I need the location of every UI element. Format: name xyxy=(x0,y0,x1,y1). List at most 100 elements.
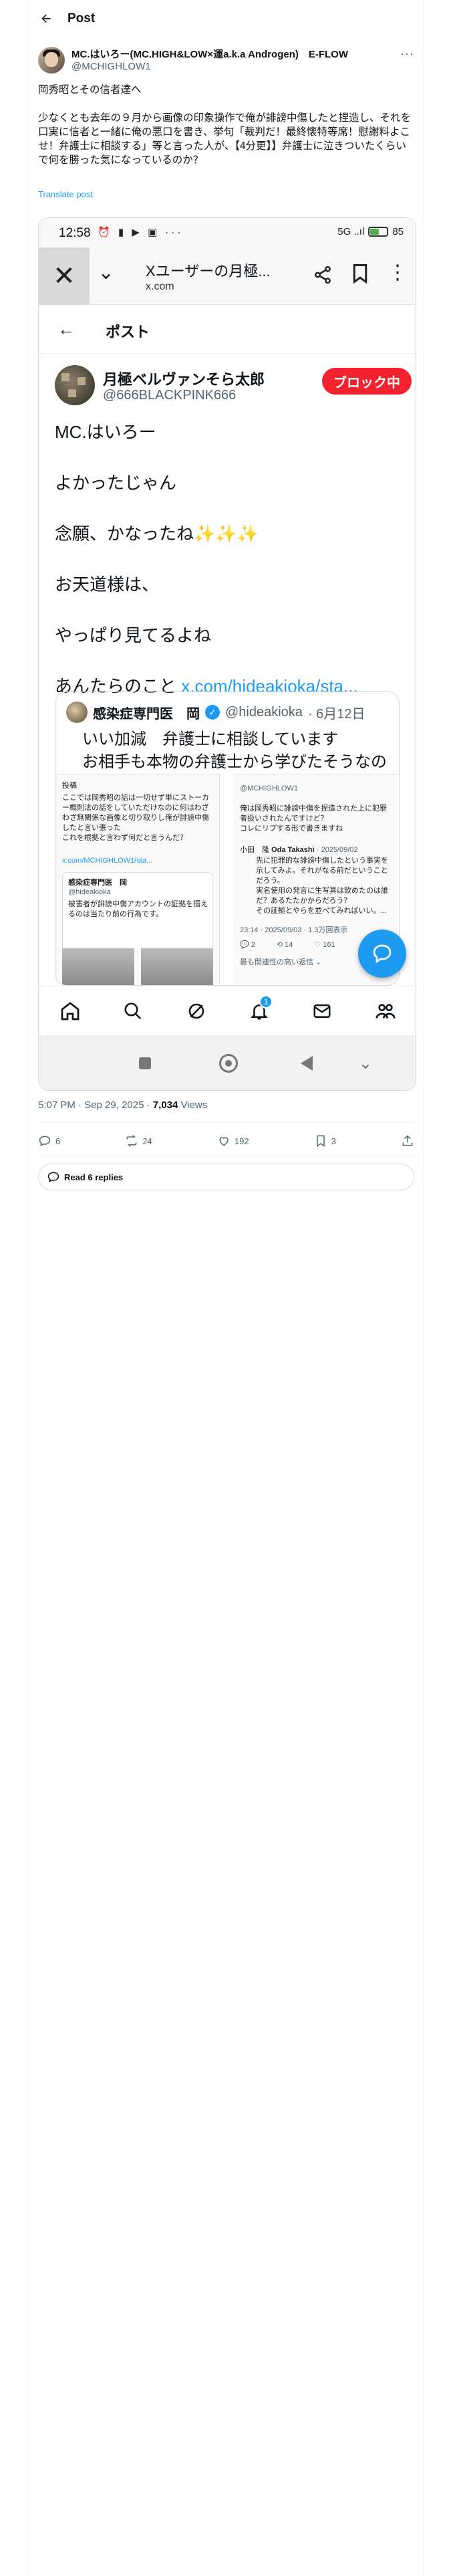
recents-icon[interactable] xyxy=(139,1057,151,1069)
compose-fab[interactable] xyxy=(358,930,406,978)
quote-author-name: 感染症専門医 岡 xyxy=(93,706,200,722)
thumbnail xyxy=(62,948,134,985)
page-title: Post xyxy=(67,11,96,25)
verified-icon: ✓ xyxy=(205,705,220,720)
shot-reply-name: 小田 隆 xyxy=(240,846,269,854)
shot-reply-date: · 2025/09/02 xyxy=(316,846,358,854)
home-icon[interactable] xyxy=(57,998,84,1025)
mail-icon[interactable] xyxy=(309,998,335,1025)
phone-status-bar: 12:58 ⏰ ▮ ▶ ▣ ··· 5G ..ıl 85 xyxy=(39,218,416,247)
attached-screenshot[interactable]: 12:58 ⏰ ▮ ▶ ▣ ··· 5G ..ıl 85 ✕ ⌄ Xユーザーの月… xyxy=(38,217,416,1091)
browser-title: Xユーザーの月極... xyxy=(146,263,271,280)
bookmark-count: 3 xyxy=(331,1136,336,1146)
status-icons-right: 5G ..ıl 85 xyxy=(337,226,404,237)
inner-post-author: 月極ベルヴァンそら太郎 @666BLACKPINK666 ブロック中 ··· xyxy=(55,365,412,412)
android-nav-bar: ⌄ xyxy=(39,1035,416,1090)
inner-line: よかったじゃん xyxy=(55,473,177,493)
top-bar: Post xyxy=(27,0,425,37)
shot-label: 投稿 xyxy=(62,782,77,790)
quote-author-handle: @hideakioka xyxy=(225,704,303,720)
bookmark-icon xyxy=(316,1135,325,1147)
bookmark-button[interactable]: 3 xyxy=(314,1134,336,1148)
post-text: 岡秀昭とその信者達へ 少なくとも去年の９月から画像の印象操作で俺が誹謗中傷したと… xyxy=(38,84,412,166)
like-button[interactable]: 192 xyxy=(217,1134,249,1148)
shot-body: ここでは岡秀昭の話は一切せず単にストーカー概則法の話をしていただけなのに何はわざ… xyxy=(62,794,209,842)
post-author: MC.はいろー(MC.HIGH&LOW×運a.k.a Androgen) E-F… xyxy=(38,45,414,75)
back-button[interactable] xyxy=(35,8,57,29)
shot-card: 感染症専門医 岡 @hideakioka 被害者が誹謗中傷アカウントの証拠を掴え… xyxy=(62,872,213,952)
quote-date: · 6月12日 xyxy=(307,706,365,722)
chat-bubble-icon xyxy=(47,1172,59,1183)
shot-card-name: 感染症専門医 岡 xyxy=(68,879,127,887)
shot-reply-count: 💬 2 xyxy=(240,941,255,949)
like-count: 192 xyxy=(234,1136,249,1146)
shot-repost-count: ⟲ 14 xyxy=(276,941,293,949)
author-name[interactable]: MC.はいろー(MC.HIGH&LOW×運a.k.a Androgen) E-F… xyxy=(71,47,348,61)
back-triangle-icon[interactable] xyxy=(301,1056,313,1071)
inner-line: 念願、かなったね✨✨✨ xyxy=(55,524,259,544)
shot-actions: 💬 2 ⟲ 14 ♡ 161 xyxy=(240,940,335,950)
avatar[interactable] xyxy=(55,365,95,405)
views-label: Views xyxy=(180,1099,208,1111)
shot-reply-text: 先に犯罪的な誹謗中傷したという事実を示してみよ。それがなる前だということだろう。… xyxy=(256,857,388,915)
chevron-down-icon[interactable]: ⌄ xyxy=(358,1053,373,1073)
views-count: 7,034 xyxy=(152,1099,178,1111)
quoted-post[interactable]: 感染症専門医 岡 ✓ @hideakioka · 6月12日 いい加減 弁護士に… xyxy=(55,691,400,986)
shot-top-handle: @MCHIGHLOW1 xyxy=(240,784,298,792)
avatar xyxy=(66,702,88,723)
reply-button[interactable]: 6 xyxy=(38,1134,60,1148)
shot-body: 俺は岡秀昭に誹謗中傷を捏造された上に犯罪者扱いされたんですけど？ コレにリプする… xyxy=(240,804,387,833)
thumbnail xyxy=(141,948,213,985)
post-column: Post MC.はいろー(MC.HIGH&LOW×運a.k.a Androgen… xyxy=(27,0,424,2576)
repost-icon xyxy=(126,1135,137,1147)
browser-url: x.com xyxy=(146,281,174,292)
notifications-icon[interactable]: 1 xyxy=(246,994,273,1025)
grok-icon[interactable] xyxy=(183,998,210,1025)
action-bar: 6 24 192 3 xyxy=(38,1132,414,1150)
shot-card-handle: @hideakioka xyxy=(68,888,111,896)
avatar[interactable] xyxy=(38,47,65,74)
reply-count: 6 xyxy=(55,1136,61,1146)
quote-header: 感染症専門医 岡 ✓ @hideakioka · 6月12日 xyxy=(66,702,365,723)
status-time: 12:58 xyxy=(59,226,91,240)
chevron-down-icon[interactable]: ⌄ xyxy=(98,261,114,284)
read-replies-button[interactable]: Read 6 replies xyxy=(38,1164,414,1190)
close-icon[interactable]: ✕ xyxy=(39,247,90,305)
arrow-left-icon xyxy=(41,14,51,23)
quote-image-left[interactable]: 投稿 ここでは岡秀昭の話は一切せず単にストーカー概則法の話をしていただけなのに何… xyxy=(55,774,220,985)
communities-icon[interactable] xyxy=(372,998,399,1025)
more-vertical-icon[interactable]: ⋮ xyxy=(388,261,408,284)
shot-link: x.com/MCHIGHLOW1/sta... xyxy=(62,857,153,865)
arrow-left-icon[interactable]: ← xyxy=(57,319,75,340)
notification-badge: 1 xyxy=(259,994,273,1008)
home-circle-icon[interactable] xyxy=(219,1054,238,1073)
inner-line: やっぱり見てるよね xyxy=(55,625,212,645)
blocked-button[interactable]: ブロック中 xyxy=(322,368,412,395)
shot-card-text: 被害者が誹謗中傷アカウントの証拠を掴えるのは当たり前の行為です。 xyxy=(68,900,208,918)
shot-reply-handle: Oda Takashi xyxy=(271,846,315,854)
repost-button[interactable]: 24 xyxy=(125,1134,152,1148)
chat-bubble-icon xyxy=(373,944,392,964)
bottom-nav: 1 xyxy=(39,986,416,1035)
shot-like-count: ♡ 161 xyxy=(314,941,335,949)
author-handle[interactable]: @MCHIGHLOW1 xyxy=(71,61,151,72)
bookmark-icon[interactable] xyxy=(351,263,369,289)
divider xyxy=(38,1122,414,1123)
inner-line: お天道様は、 xyxy=(55,574,160,595)
heart-icon xyxy=(219,1137,229,1146)
browser-bar: ✕ ⌄ Xユーザーの月極... x.com ⋮ xyxy=(39,247,416,305)
x-header-title: ポスト xyxy=(106,324,150,340)
post-meta: 5:07 PM · Sep 29, 2025 · 7,034 Views xyxy=(38,1099,208,1111)
post-timestamp[interactable]: 5:07 PM · Sep 29, 2025 xyxy=(38,1099,144,1111)
inner-author-name[interactable]: 月極ベルヴァンそら太郎 xyxy=(103,368,265,389)
translate-post-link[interactable]: Translate post xyxy=(38,189,93,199)
more-options-icon[interactable]: ··· xyxy=(400,47,414,61)
share-button[interactable] xyxy=(401,1134,414,1148)
search-icon[interactable] xyxy=(120,998,146,1025)
signal-icon: 5G ..ıl xyxy=(337,226,365,237)
x-post-header: ← ポスト xyxy=(39,306,416,354)
read-replies-label: Read 6 replies xyxy=(64,1172,124,1182)
share-icon[interactable] xyxy=(313,265,333,290)
inner-author-handle[interactable]: @666BLACKPINK666 xyxy=(103,388,236,403)
share-icon xyxy=(402,1135,413,1146)
